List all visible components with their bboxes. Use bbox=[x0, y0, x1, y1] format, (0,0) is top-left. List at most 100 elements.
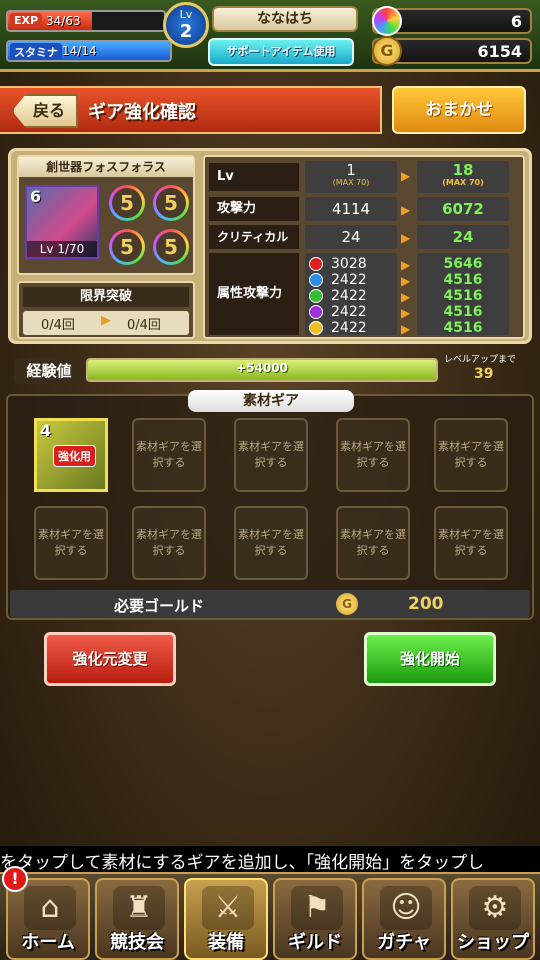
nav-item-gacha[interactable]: ☺ ガチャ bbox=[362, 878, 446, 960]
limit-break-box: 限界突破 0/4回 ▶ 0/4回 bbox=[17, 281, 195, 339]
page-header: 戻る ギア強化確認 bbox=[0, 86, 382, 134]
exp-label: 経験値 bbox=[14, 358, 84, 384]
levelup-remaining: 39 bbox=[474, 366, 494, 382]
gold-counter[interactable]: G 6154 bbox=[372, 36, 532, 66]
start-enhance-button[interactable]: 強化開始 bbox=[364, 632, 496, 686]
bottom-nav: ⌂ ホーム ♜ 競技会 ⚔ 装備 ⚑ ギルド ☺ ガチャ ⚙ ショップ bbox=[0, 872, 540, 960]
stat-label-lv: Lv bbox=[209, 163, 299, 191]
lv-current-max: (MAX 70) bbox=[332, 178, 370, 187]
material-slot-empty[interactable]: 素材ギアを選択する bbox=[34, 506, 108, 580]
lv-current-value: 1 bbox=[346, 161, 356, 179]
element-after-value: 4516 bbox=[443, 288, 483, 304]
arrow-right-icon: ▶ bbox=[401, 203, 411, 217]
player-level-label: Lv bbox=[179, 8, 193, 21]
gem-counter[interactable]: 6 bbox=[372, 6, 532, 36]
element-after-value: 4516 bbox=[443, 272, 483, 288]
enhance-badge: 強化用 bbox=[53, 445, 96, 467]
required-gold-row: 必要ゴールド G 200 bbox=[10, 590, 530, 618]
element-current-value: 2422 bbox=[331, 272, 367, 288]
gear-rarity: 6 bbox=[30, 187, 42, 206]
rainbow-slot-icon: 5 bbox=[109, 229, 145, 265]
player-level-value: 2 bbox=[179, 21, 193, 42]
gold-coin-icon: G bbox=[336, 593, 358, 615]
stamina-gauge: スタミナ 14/14 bbox=[6, 40, 172, 62]
limit-break-after: 0/4回 bbox=[127, 318, 161, 333]
stamina-tag: スタミナ bbox=[10, 43, 62, 60]
support-item-button[interactable]: サポートアイテム使用 bbox=[208, 38, 354, 66]
material-slot-empty[interactable]: 素材ギアを選択する bbox=[434, 506, 508, 580]
material-slot-empty[interactable]: 素材ギアを選択する bbox=[132, 418, 206, 492]
stat-lv-current: 1 (MAX 70) bbox=[305, 161, 397, 193]
gear-level-text: Lv 1/70 bbox=[27, 241, 97, 257]
exp-gain-text: +54000 bbox=[236, 361, 288, 375]
shop-icon: ⚙ bbox=[469, 886, 521, 930]
material-slot-empty[interactable]: 素材ギアを選択する bbox=[336, 506, 410, 580]
exp-tag: EXP bbox=[10, 13, 43, 28]
required-gold-label: 必要ゴールド bbox=[114, 597, 205, 615]
element-current-value: 2422 bbox=[331, 288, 367, 304]
stat-label-critical: クリティカル bbox=[209, 225, 299, 249]
gacha-icon: ☺ bbox=[380, 886, 432, 930]
limit-break-row: 0/4回 ▶ 0/4回 bbox=[23, 311, 189, 335]
exp-value: 34/63 bbox=[46, 14, 81, 28]
guild-flag-icon: ⚑ bbox=[291, 886, 343, 930]
back-button[interactable]: 戻る bbox=[12, 94, 78, 128]
stat-label-attack: 攻撃力 bbox=[209, 197, 299, 221]
arrow-right-icon: ▶ bbox=[101, 313, 111, 328]
change-base-button[interactable]: 強化元変更 bbox=[44, 632, 176, 686]
rainbow-slot-icon: 5 bbox=[153, 185, 189, 221]
arena-icon: ♜ bbox=[113, 886, 165, 930]
material-slot-empty[interactable]: 素材ギアを選択する bbox=[336, 418, 410, 492]
material-panel: 素材ギア 4 強化用 素材ギアを選択する 素材ギアを選択する 素材ギアを選択する 素材… bbox=[6, 390, 534, 620]
auto-select-button[interactable]: おまかせ bbox=[392, 86, 526, 134]
element-orb-icon bbox=[309, 257, 323, 271]
levelup-caption: レベルアップまで bbox=[444, 355, 517, 365]
gear-card: 創世器フォスフォラス 6 Lv 1/70 5 5 5 5 bbox=[17, 155, 195, 275]
arrow-right-icon: ▶ bbox=[401, 231, 411, 245]
player-name[interactable]: ななはち bbox=[212, 6, 358, 32]
element-after-value: 5646 bbox=[443, 256, 483, 272]
nav-item-equipment[interactable]: ⚔ 装備 bbox=[184, 878, 268, 960]
element-orb-icon bbox=[309, 289, 323, 303]
material-slot-empty[interactable]: 素材ギアを選択する bbox=[234, 506, 308, 580]
arrow-right-icon: ▶ bbox=[401, 274, 411, 288]
nav-label: ホーム bbox=[21, 932, 75, 953]
material-slot-empty[interactable]: 素材ギアを選択する bbox=[434, 418, 508, 492]
lv-after-value: 18 bbox=[452, 161, 474, 179]
element-orb-icon bbox=[309, 321, 323, 335]
nav-label: ガチャ bbox=[377, 932, 431, 953]
gear-thumbnail[interactable]: 6 Lv 1/70 bbox=[25, 185, 99, 259]
element-orb-icon bbox=[309, 273, 323, 287]
gold-coin-icon: G bbox=[372, 36, 402, 66]
page-title: ギア強化確認 bbox=[88, 102, 196, 123]
material-rarity: 4 bbox=[40, 421, 52, 440]
required-gold-value: 200 bbox=[408, 594, 444, 614]
exp-row: 経験値 +54000 レベルアップまで 39 bbox=[8, 354, 532, 386]
arrow-right-icon: ▶ bbox=[401, 258, 411, 272]
stat-lv-after: 18 (MAX 70) bbox=[417, 161, 509, 193]
element-orb-icon bbox=[309, 305, 323, 319]
nav-item-shop[interactable]: ⚙ ショップ bbox=[451, 878, 535, 960]
exp-gain-gauge: +54000 bbox=[86, 358, 438, 382]
nav-item-arena[interactable]: ♜ 競技会 bbox=[95, 878, 179, 960]
element-after-value: 4516 bbox=[443, 320, 483, 336]
limit-break-current: 0/4回 bbox=[41, 318, 75, 333]
stat-critical-after: 24 bbox=[417, 225, 509, 249]
rainbow-gem-icon bbox=[372, 6, 402, 36]
material-slot-filled[interactable]: 4 強化用 bbox=[34, 418, 108, 492]
arrow-right-icon: ▶ bbox=[401, 169, 411, 183]
limit-break-title: 限界突破 bbox=[23, 287, 189, 307]
gold-count: 6154 bbox=[477, 42, 522, 61]
slot-value: 5 bbox=[112, 188, 142, 218]
gear-info-panel: 創世器フォスフォラス 6 Lv 1/70 5 5 5 5 限界突破 0/4回 ▶… bbox=[8, 148, 532, 344]
material-slot-empty[interactable]: 素材ギアを選択する bbox=[132, 506, 206, 580]
slot-value: 5 bbox=[112, 232, 142, 262]
nav-item-guild-flag[interactable]: ⚑ ギルド bbox=[273, 878, 357, 960]
element-current-value: 3028 bbox=[331, 256, 367, 272]
nav-label: ショップ bbox=[457, 932, 529, 953]
gem-count: 6 bbox=[510, 12, 522, 31]
material-slot-empty[interactable]: 素材ギアを選択する bbox=[234, 418, 308, 492]
material-title: 素材ギア bbox=[188, 390, 354, 412]
arrow-right-icon: ▶ bbox=[401, 290, 411, 304]
ticker-text: をタップして素材にするギアを追加し、「強化開始」をタップし bbox=[0, 853, 485, 872]
